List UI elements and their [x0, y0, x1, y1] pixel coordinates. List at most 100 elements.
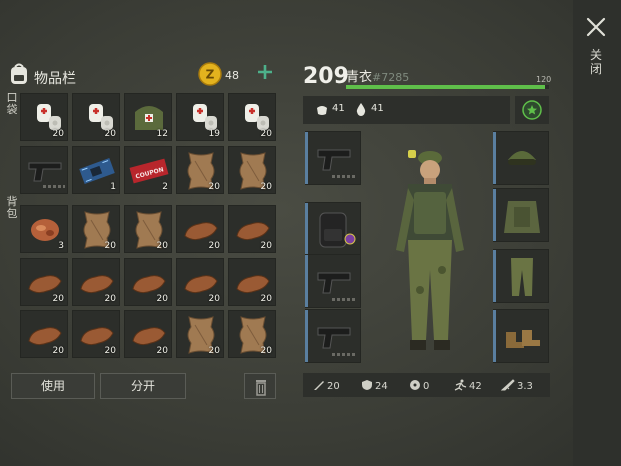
inventory-title: 物品栏 — [34, 71, 76, 87]
speed-value: 42 — [469, 381, 482, 392]
inventory-slot[interactable]: 20 — [176, 310, 224, 358]
item-quantity: 20 — [208, 241, 220, 251]
backpack-icon — [11, 63, 27, 84]
item-quantity: 20 — [156, 241, 168, 251]
equip-slot-weapon-3[interactable] — [305, 309, 361, 363]
item-quantity: 2 — [162, 182, 168, 192]
inventory-slot[interactable]: 20 — [228, 258, 276, 306]
item-quantity: 20 — [260, 182, 272, 192]
player-name-text: 青衣 — [346, 70, 373, 85]
item-quantity: 20 — [260, 294, 272, 304]
durability-dots — [332, 353, 356, 356]
item-quantity: 20 — [52, 346, 64, 356]
backpack-label: 背包 — [6, 195, 18, 220]
backpack-icon — [319, 212, 356, 248]
equip-slot-backpack[interactable] — [305, 202, 361, 256]
item-quantity: 20 — [104, 294, 116, 304]
item-quantity: 20 — [156, 294, 168, 304]
weapon-value: 3.3 — [517, 381, 533, 392]
trash-icon — [256, 380, 266, 396]
inventory-slot[interactable]: 20 — [176, 205, 224, 253]
split-button[interactable]: 分开 — [100, 373, 186, 399]
item-quantity: 20 — [104, 346, 116, 356]
equip-slot-weapon-1[interactable] — [305, 131, 361, 185]
inventory-slot[interactable]: 20 — [124, 310, 172, 358]
item-quantity: 20 — [104, 129, 116, 139]
character-model — [396, 150, 464, 350]
equip-slot-head[interactable] — [493, 131, 549, 185]
camo-pants-icon — [511, 258, 533, 296]
item-quantity: 1 — [110, 182, 116, 192]
inventory-slot[interactable]: 20 — [20, 93, 68, 141]
item-quantity: 20 — [208, 182, 220, 192]
defense-value: 24 — [375, 381, 388, 392]
inventory-slot[interactable]: 20 — [72, 258, 120, 306]
inventory-slot[interactable]: 20 — [20, 258, 68, 306]
inventory-slot[interactable]: 20 — [72, 205, 120, 253]
running-icon — [454, 379, 467, 391]
use-button[interactable]: 使用 — [11, 373, 95, 399]
radiation-icon — [410, 380, 420, 390]
player-level: 209 — [303, 64, 349, 89]
military-vest-icon — [504, 201, 540, 233]
equip-slot-body[interactable] — [493, 188, 549, 242]
coin-icon: Z — [198, 62, 222, 86]
inventory-slot[interactable]: 19 — [176, 93, 224, 141]
item-quantity: 20 — [52, 129, 64, 139]
inventory-slot[interactable]: 3 — [20, 205, 68, 253]
inventory-slot[interactable]: 20 — [228, 146, 276, 194]
defense-stat: 24 — [361, 379, 388, 392]
inventory-slot[interactable]: 12 — [124, 93, 172, 141]
svg-text:Z: Z — [206, 68, 215, 82]
star-icon — [522, 100, 542, 120]
close-icon[interactable] — [585, 16, 607, 38]
equip-slot-weapon-2[interactable] — [305, 254, 361, 308]
item-quantity: 20 — [156, 346, 168, 356]
inventory-slot[interactable]: 20 — [20, 310, 68, 358]
add-coins-button[interactable] — [256, 63, 274, 81]
cap-goggles-icon — [508, 151, 536, 165]
inventory-slot[interactable]: 20 — [176, 146, 224, 194]
knife-icon — [314, 381, 324, 390]
item-quantity: 20 — [260, 241, 272, 251]
food-value: 41 — [332, 103, 345, 114]
item-quantity: 12 — [156, 129, 168, 139]
shield-icon — [362, 380, 372, 390]
favorite-button[interactable] — [515, 96, 549, 124]
inventory-slot[interactable]: 20 — [124, 258, 172, 306]
player-name: 青衣#7285 — [346, 66, 409, 85]
xp-bar — [346, 85, 549, 89]
xp-bar-fill — [346, 85, 545, 89]
trash-button[interactable] — [244, 373, 276, 399]
equip-slot-feet[interactable] — [493, 309, 549, 363]
inventory-header: 物品栏 Z 48 — [6, 60, 278, 90]
inventory-slot[interactable]: 20 — [228, 93, 276, 141]
weapon-stat: 3.3 — [500, 379, 533, 392]
durability-dots — [332, 175, 356, 178]
close-label[interactable]: 关闭 — [589, 48, 603, 76]
inventory-slot[interactable]: 20 — [124, 205, 172, 253]
player-id: #7285 — [372, 71, 410, 84]
inventory-slot[interactable]: 20 — [72, 310, 120, 358]
inventory-slot[interactable]: COUPON 2 — [124, 146, 172, 194]
xp-max: 120 — [536, 75, 552, 84]
item-quantity: 20 — [260, 346, 272, 356]
inventory-slot[interactable]: 20 — [228, 310, 276, 358]
inventory-slot[interactable]: 20 — [176, 258, 224, 306]
water-drop-icon — [356, 103, 366, 116]
inventory-slot[interactable]: 20 — [72, 93, 120, 141]
boots-icon — [506, 330, 540, 348]
inventory-slot[interactable]: 1 — [72, 146, 120, 194]
inventory-slot[interactable] — [20, 146, 68, 194]
attack-value: 20 — [327, 381, 340, 392]
equip-slot-legs[interactable] — [493, 249, 549, 303]
item-quantity: 3 — [58, 241, 64, 251]
durability-dots — [332, 298, 356, 301]
speed-stat: 42 — [453, 379, 482, 392]
item-quantity: 20 — [208, 294, 220, 304]
item-quantity: 20 — [208, 346, 220, 356]
item-quantity: 19 — [208, 129, 220, 139]
radiation-value: 0 — [423, 381, 430, 392]
inventory-slot[interactable]: 20 — [228, 205, 276, 253]
food-icon — [317, 106, 327, 115]
